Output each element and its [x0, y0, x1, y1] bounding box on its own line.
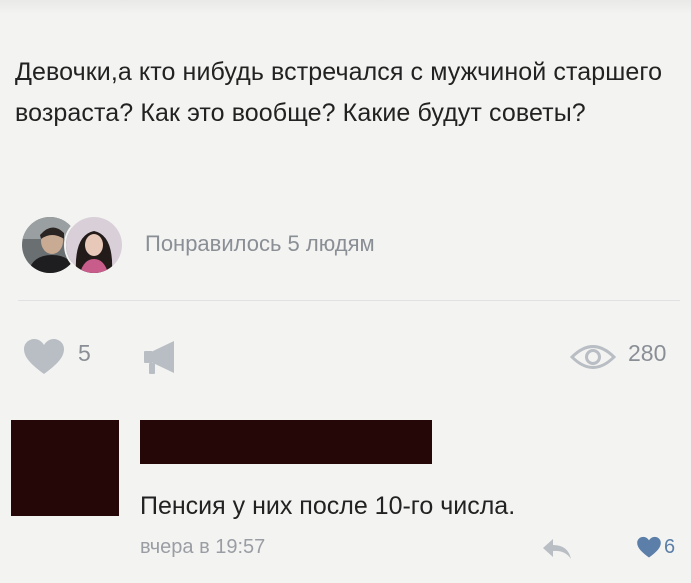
divider: [18, 300, 680, 301]
heart-icon[interactable]: [22, 338, 66, 381]
like-count: 5: [78, 340, 91, 366]
liker-avatar[interactable]: [64, 215, 124, 275]
post-actions-bar: 5 280: [0, 330, 691, 380]
comment-like-count: 6: [664, 536, 676, 558]
top-edge: [0, 0, 691, 14]
heart-icon[interactable]: [636, 536, 662, 564]
avatar[interactable]: [11, 420, 119, 516]
likes-summary[interactable]: Понравилось 5 людям: [145, 231, 375, 257]
comment-text: Пенсия у них после 10-го числа.: [140, 492, 516, 520]
eye-icon: [569, 342, 617, 377]
comment-timestamp: вчера в 19:57: [140, 536, 266, 558]
comment: Пенсия у них после 10-го числа. вчера в …: [0, 410, 691, 583]
views-count: 280: [628, 340, 667, 366]
post-text: Девочки,а кто нибудь встречался с мужчин…: [15, 58, 663, 127]
megaphone-icon[interactable]: [141, 338, 181, 381]
reply-arrow-icon[interactable]: [541, 537, 573, 566]
comment-author-redacted[interactable]: [140, 420, 432, 464]
likers-row[interactable]: Понравилось 5 людям: [20, 215, 490, 277]
